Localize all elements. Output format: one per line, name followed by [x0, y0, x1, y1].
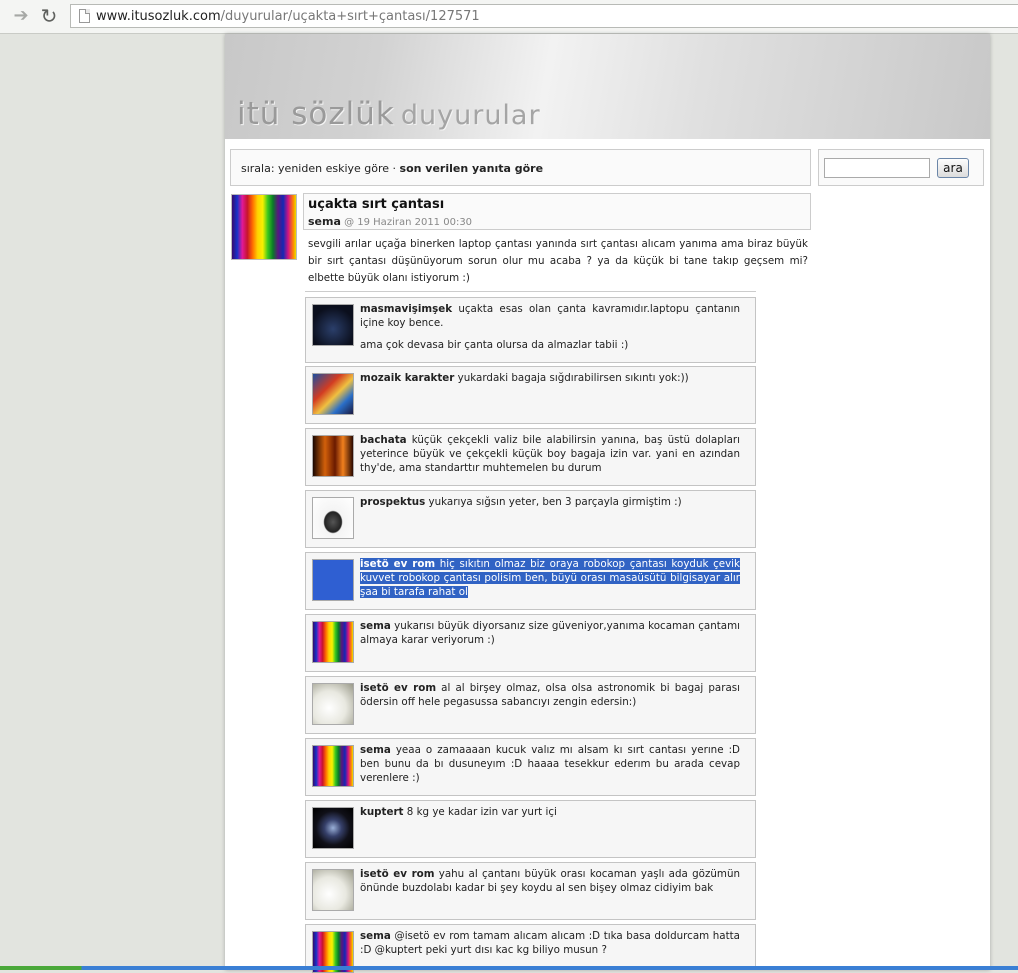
reply-item: kuptert 8 kg ye kadar izin var yurt içi — [305, 800, 756, 858]
reply-author[interactable]: bachata — [360, 434, 407, 446]
avatar[interactable] — [312, 683, 354, 725]
reply-item: bachata küçük çekçekli valiz bile alabil… — [305, 428, 756, 486]
sort-option-newest[interactable]: sırala: yeniden eskiye göre · — [241, 162, 400, 175]
topic-header: uçakta sırt çantası sema @ 19 Haziran 20… — [303, 193, 811, 230]
reply-author[interactable]: isetö ev rom — [360, 682, 436, 694]
topic-date: @ 19 Haziran 2011 00:30 — [340, 217, 473, 228]
avatar[interactable] — [312, 621, 354, 663]
sort-bar: sırala: yeniden eskiye göre · son verile… — [230, 149, 811, 186]
reply-item: sema yeaa o zamaaaan kucuk valız mı alsa… — [305, 738, 756, 796]
reply-author[interactable]: sema — [360, 930, 391, 942]
sort-option-last-reply[interactable]: son verilen yanıta göre — [400, 162, 544, 175]
reply-item: isetö ev rom hiç sıkıtın olmaz biz oraya… — [305, 552, 756, 610]
browser-toolbar: ➔ ↻ www.itusozluk.com/duyurular/uçakta+s… — [0, 0, 1018, 34]
avatar[interactable] — [312, 807, 354, 849]
logo-main: itü sözlük — [237, 96, 395, 132]
topic-body: sevgili arılar uçağa binerken laptop çan… — [308, 238, 808, 284]
page-title: uçakta sırt çantası — [308, 197, 445, 212]
reply-author[interactable]: mozaik karakter — [360, 372, 454, 384]
reply-body: küçük çekçekli valiz bile alabilirsin ya… — [360, 434, 740, 474]
page-icon — [79, 9, 90, 23]
url-path: /duyurular/uçakta+sırt+çantası/127571 — [220, 9, 480, 24]
search-button[interactable]: ara — [937, 158, 969, 178]
reply-body: @isetö ev rom tamam alıcam alıcam :D tık… — [360, 930, 740, 956]
avatar[interactable] — [231, 194, 297, 260]
reply-author[interactable]: isetö ev rom — [360, 558, 436, 570]
reply-text: sema yeaa o zamaaaan kucuk valız mı alsa… — [360, 743, 740, 785]
reply-author[interactable]: masmavişimşek — [360, 303, 452, 315]
reply-text: isetö ev rom hiç sıkıtın olmaz biz oraya… — [360, 557, 740, 599]
avatar[interactable] — [312, 745, 354, 787]
topic-meta: sema @ 19 Haziran 2011 00:30 — [308, 215, 810, 228]
search-input[interactable] — [824, 158, 930, 178]
logo-sub: duyurular — [400, 100, 541, 131]
reply-author[interactable]: prospektus — [360, 496, 425, 508]
url-text: www.itusozluk.com/duyurular/uçakta+sırt+… — [96, 9, 480, 24]
search-panel: ara — [818, 149, 984, 186]
reply-text: masmavişimşek uçakta esas olan çanta kav… — [360, 302, 740, 352]
avatar[interactable] — [312, 497, 354, 539]
reply-item: isetö ev rom yahu al çantanı büyük orası… — [305, 862, 756, 920]
reply-item: sema @isetö ev rom tamam alıcam alıcam :… — [305, 924, 756, 973]
reply-author[interactable]: sema — [360, 620, 391, 632]
avatar[interactable] — [312, 304, 354, 346]
arrow-right-icon[interactable]: ➔ — [10, 5, 32, 27]
avatar[interactable] — [312, 559, 354, 601]
avatar[interactable] — [312, 869, 354, 911]
url-domain: www.itusozluk.com — [96, 9, 221, 24]
reply-item: prospektus yukarıya sığsın yeter, ben 3 … — [305, 490, 756, 548]
reply-text: isetö ev rom yahu al çantanı büyük orası… — [360, 867, 740, 895]
reply-body: yukardaki bagaja sığdırabilirsen sıkıntı… — [454, 372, 689, 384]
topic-author[interactable]: sema — [308, 215, 341, 228]
site-banner: itü sözlük duyurular — [225, 34, 990, 139]
reply-item: masmavişimşek uçakta esas olan çanta kav… — [305, 297, 756, 363]
reload-icon[interactable]: ↻ — [38, 5, 60, 27]
reply-author[interactable]: sema — [360, 744, 391, 756]
reply-body-extra: ama çok devasa bir çanta olursa da almaz… — [360, 339, 629, 351]
reply-text: bachata küçük çekçekli valiz bile alabil… — [360, 433, 740, 475]
reply-author[interactable]: kuptert — [360, 806, 403, 818]
site-logo[interactable]: itü sözlük duyurular — [237, 96, 541, 132]
page-content: itü sözlük duyurular sırala: yeniden eski… — [225, 34, 990, 973]
reply-author[interactable]: isetö ev rom — [360, 868, 434, 880]
divider — [305, 291, 756, 292]
reply-text: mozaik karakter yukardaki bagaja sığdıra… — [360, 371, 740, 385]
reply-body: yukarıya sığsın yeter, ben 3 parçayla gi… — [425, 496, 682, 508]
reply-item: sema yukarısı büyük diyorsanız size güve… — [305, 614, 756, 672]
reply-text: sema @isetö ev rom tamam alıcam alıcam :… — [360, 929, 740, 957]
reply-body: yukarısı büyük diyorsanız size güveniyor… — [360, 620, 740, 646]
reply-item: isetö ev rom al al birşey olmaz, olsa ol… — [305, 676, 756, 734]
reply-body: yeaa o zamaaaan kucuk valız mı alsam kı … — [360, 744, 740, 784]
avatar[interactable] — [312, 435, 354, 477]
reply-item: mozaik karakter yukardaki bagaja sığdıra… — [305, 366, 756, 424]
taskbar-strip — [0, 966, 1018, 970]
address-bar[interactable]: www.itusozluk.com/duyurular/uçakta+sırt+… — [70, 4, 1018, 28]
reply-body: 8 kg ye kadar izin var yurt içi — [403, 806, 557, 818]
avatar[interactable] — [312, 373, 354, 415]
reply-text: kuptert 8 kg ye kadar izin var yurt içi — [360, 805, 740, 819]
reply-text: prospektus yukarıya sığsın yeter, ben 3 … — [360, 495, 740, 509]
reply-text: sema yukarısı büyük diyorsanız size güve… — [360, 619, 740, 647]
reply-text: isetö ev rom al al birşey olmaz, olsa ol… — [360, 681, 740, 709]
